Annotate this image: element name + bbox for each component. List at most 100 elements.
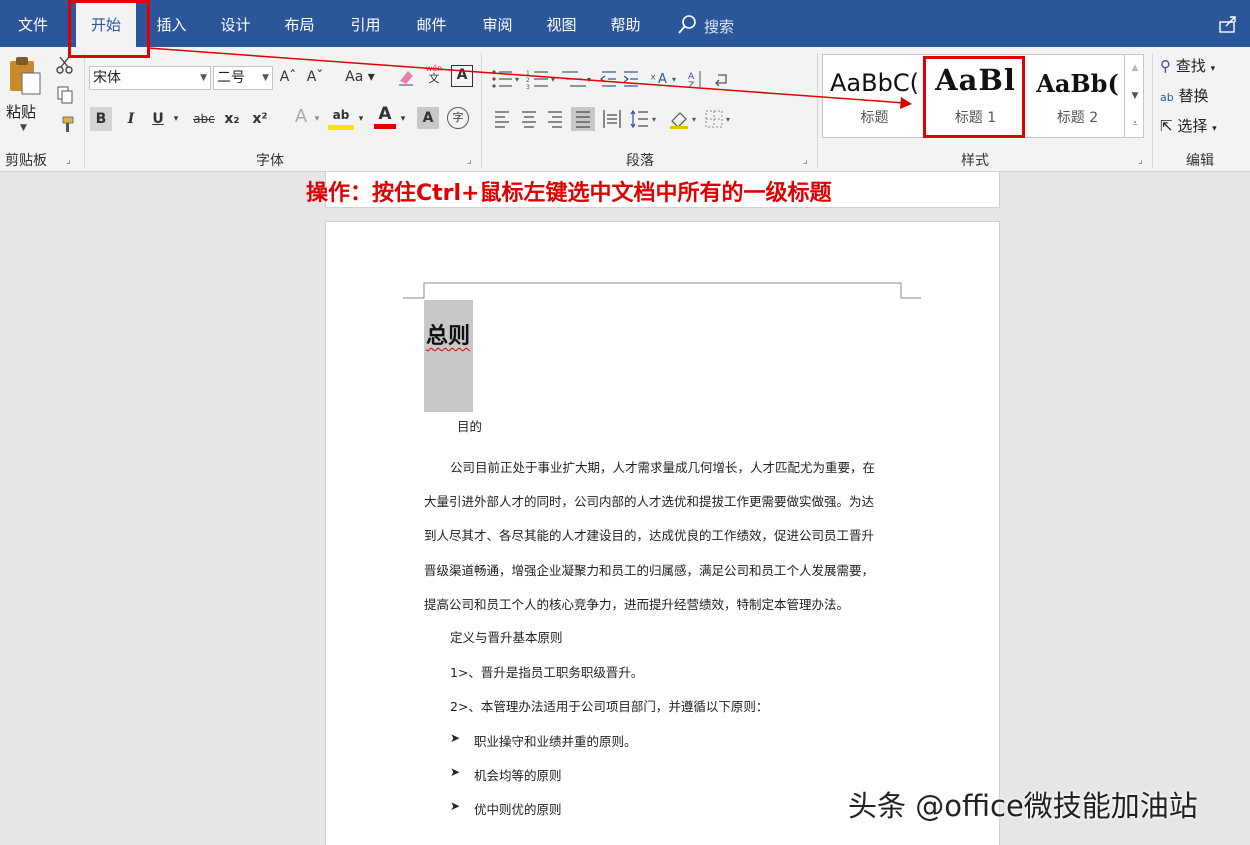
svg-text:2: 2 [526, 77, 530, 84]
tab-references[interactable]: 引用 [338, 0, 393, 47]
tab-help[interactable]: 帮助 [598, 0, 653, 47]
tab-mailings[interactable]: 邮件 [404, 0, 459, 47]
paragraph-launcher-icon[interactable]: ⌟ [803, 155, 808, 166]
group-divider [817, 53, 818, 168]
clipboard-group-label: 剪贴板 [5, 153, 47, 169]
svg-text:▾: ▾ [726, 115, 730, 124]
chevron-down-icon[interactable]: ▾ [398, 109, 408, 129]
tab-layout[interactable]: 布局 [272, 0, 327, 47]
paragraph-line[interactable]: 到人尽其才、各尽其能的人才建设目的，达成优良的工作绩效，促进公司员工晋升 [424, 525, 874, 544]
list-item[interactable]: 2>、本管理办法适用于公司项目部门，并遵循以下原则： [450, 696, 768, 715]
search-icon [678, 15, 696, 34]
chevron-down-icon[interactable]: ▾ [312, 109, 322, 129]
paste-button[interactable]: 粘贴 [6, 101, 36, 122]
phonetic-guide-char: 文 [428, 72, 440, 85]
bullet-text: 优中则优的原则 [474, 802, 562, 817]
phonetic-guide-icon[interactable]: wén 文 [423, 64, 445, 85]
font-launcher-icon[interactable]: ⌟ [467, 155, 472, 166]
grow-font-icon[interactable]: Aˆ [279, 67, 297, 87]
list-item[interactable]: 1>、晋升是指员工职务职级晋升。 [450, 662, 643, 681]
gallery-down-icon[interactable]: ▼ [1125, 82, 1145, 110]
tab-file[interactable]: 文件 [4, 0, 62, 47]
replace-label: 替换 [1178, 87, 1209, 105]
paragraph-line[interactable]: 公司目前正处于事业扩大期，人才需求量成几何增长，人才匹配尤为重要，在 [450, 457, 875, 476]
svg-text:1: 1 [526, 70, 530, 77]
section-heading[interactable]: 定义与晋升基本原则 [450, 627, 563, 646]
style-title-name: 标题 [860, 110, 889, 126]
text-effects-icon[interactable]: A [290, 107, 312, 127]
svg-text:▾: ▾ [515, 75, 519, 84]
tab-review[interactable]: 审阅 [470, 0, 525, 47]
svg-text:ˣ: ˣ [650, 72, 656, 88]
enclose-characters-icon[interactable]: 字 [447, 107, 469, 129]
ribbon-tab-bar: 文件 开始 插入 设计 布局 引用 邮件 审阅 视图 帮助 搜索 [0, 0, 1250, 49]
styles-launcher-icon[interactable]: ⌟ [1138, 155, 1143, 166]
paragraph-line[interactable]: 大量引进外部人才的同时，公司内部的人才选优和提拔工作更需要做实做强。为达 [424, 491, 874, 510]
gallery-up-icon[interactable]: ▲ [1125, 54, 1145, 82]
group-divider [1152, 53, 1153, 168]
document-heading-1[interactable]: 总则 [426, 318, 470, 350]
paragraph-list-icons[interactable]: ▾ 123 ▾ ▾ ˣ A ▾ AZ [490, 67, 790, 91]
font-name-combo[interactable]: 宋体 ▼ [89, 66, 211, 90]
copy-icon[interactable] [55, 85, 75, 105]
watermark: 头条 @office微技能加油站 [848, 789, 1198, 823]
italic-button[interactable]: I [122, 109, 140, 129]
style-title[interactable]: AaBbC( 标题 [825, 55, 924, 137]
select-button[interactable]: ⇱ 选择 ▾ [1160, 115, 1217, 136]
change-case-button[interactable]: Aa ▾ [342, 67, 378, 87]
paragraph-align-icons[interactable]: ▾ ▾ ▾ [492, 107, 782, 131]
clear-formatting-icon[interactable] [396, 67, 416, 87]
style-heading-2[interactable]: AaBb( 标题 2 [1028, 55, 1127, 137]
character-shading-icon[interactable]: A [417, 107, 439, 129]
group-divider [84, 53, 85, 168]
style-heading-2-sample: AaBb( [1036, 69, 1119, 98]
tab-design[interactable]: 设计 [208, 0, 263, 47]
underline-button[interactable]: U [150, 109, 166, 129]
annotation-text: 操作：按住Ctrl+鼠标左键选中文档中所有的一级标题 [306, 181, 832, 206]
superscript-button[interactable]: x² [250, 109, 270, 129]
bold-button[interactable]: B [90, 107, 112, 131]
font-name-value: 宋体 [93, 70, 121, 86]
underline-dropdown-icon[interactable]: ▾ [170, 109, 182, 129]
search-label: 搜索 [704, 18, 735, 36]
style-heading-2-name: 标题 2 [1056, 110, 1099, 126]
bullet-text: 机会均等的原则 [474, 768, 562, 783]
styles-gallery-scroll: ▲ ▼ ⩡ [1124, 54, 1144, 138]
font-color-icon[interactable]: A [374, 104, 396, 129]
strikethrough-button[interactable]: abc [190, 109, 218, 129]
paste-icon[interactable] [8, 55, 42, 95]
subscript-button[interactable]: x₂ [222, 109, 242, 129]
paragraph-line[interactable]: 晋级渠道畅通，增强企业凝聚力和员工的归属感，满足公司和员工个人发展需要， [424, 560, 874, 579]
character-border-icon[interactable]: A [451, 65, 473, 87]
format-painter-icon[interactable] [55, 115, 75, 135]
find-button[interactable]: ⚲ 查找 ▾ [1160, 55, 1215, 76]
font-size-combo[interactable]: 二号 ▼ [213, 66, 273, 90]
font-size-value: 二号 [217, 70, 245, 86]
bullet-item[interactable]: ➤ 机会均等的原则 [450, 765, 562, 784]
chevron-down-icon: ▾ [1210, 64, 1216, 74]
share-icon[interactable] [1218, 14, 1238, 34]
paragraph-group-label: 段落 [626, 153, 654, 169]
cut-icon[interactable] [55, 55, 75, 75]
svg-text:▾: ▾ [692, 115, 696, 124]
find-icon: ⚲ [1160, 57, 1171, 75]
highlight-color-icon[interactable]: ab [328, 105, 354, 130]
tab-view[interactable]: 视图 [534, 0, 589, 47]
replace-button[interactable]: ab 替换 [1160, 85, 1209, 106]
page-corner-marks [403, 282, 921, 299]
bullet-item[interactable]: ➤ 职业操守和业绩并重的原则。 [450, 731, 637, 750]
chevron-down-icon[interactable]: ▾ [356, 109, 366, 129]
select-cursor-icon: ⇱ [1160, 117, 1173, 135]
paste-dropdown-icon[interactable]: ▼ [20, 123, 27, 133]
clipboard-launcher-icon[interactable]: ⌟ [66, 155, 71, 166]
svg-text:▾: ▾ [587, 75, 591, 84]
font-group-label: 字体 [256, 153, 284, 169]
change-case-label: Aa [345, 69, 364, 85]
document-subheading[interactable]: 目的 [457, 416, 482, 435]
gallery-more-icon[interactable]: ⩡ [1125, 110, 1145, 138]
bullet-item[interactable]: ➤ 优中则优的原则 [450, 799, 562, 818]
svg-text:▾: ▾ [672, 75, 676, 84]
tab-insert[interactable]: 插入 [144, 0, 199, 47]
shrink-font-icon[interactable]: Aˇ [306, 67, 324, 87]
paragraph-line[interactable]: 提高公司和员工个人的核心竞争力，进而提升经营绩效，特制定本管理办法。 [424, 594, 849, 613]
